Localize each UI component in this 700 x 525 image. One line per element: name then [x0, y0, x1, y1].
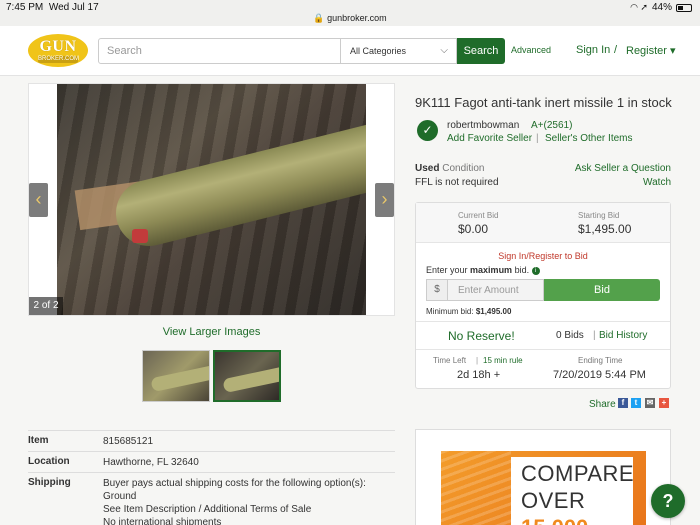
- more-share-icon[interactable]: +: [659, 398, 669, 408]
- image-gallery: ‹ › 2 of 2: [28, 83, 395, 316]
- starting-bid-label: Starting Bid: [578, 211, 620, 220]
- gunbroker-logo[interactable]: GUN BROKER.COM: [28, 34, 88, 67]
- info-icon[interactable]: i: [531, 266, 540, 275]
- current-bid-value: $0.00: [458, 222, 489, 236]
- ad-headline-2: OVER: [521, 488, 586, 513]
- wifi-icon: ◠ ➚: [630, 2, 648, 12]
- fifteen-min-rule-link[interactable]: 15 min rule: [483, 356, 523, 365]
- thumbnail-1[interactable]: [142, 350, 210, 402]
- location-value: Hawthorne, FL 32640: [103, 457, 199, 468]
- bid-panel: Current Bid $0.00 Starting Bid $1,495.00…: [415, 202, 671, 389]
- sellers-other-items-link[interactable]: Seller's Other Items: [545, 133, 633, 144]
- chevron-down-icon: ⌵: [440, 45, 448, 56]
- starting-bid-value: $1,495.00: [578, 222, 632, 236]
- seller-rating[interactable]: A+(2561): [531, 120, 572, 131]
- shipping-label: Shipping: [28, 477, 71, 488]
- ffl-requirement: FFL is not required: [415, 177, 499, 188]
- bid-summary: Current Bid $0.00 Starting Bid $1,495.00: [416, 203, 670, 243]
- bid-separator: |: [593, 330, 596, 341]
- shipping-line: No international shipments: [103, 517, 222, 525]
- details-row-item: Item 815685121: [28, 430, 395, 451]
- enter-max-bid-label: Enter your maximum bid. i: [426, 265, 540, 275]
- no-reserve-badge: No Reserve!: [448, 329, 515, 343]
- shipping-line: Buyer pays actual shipping costs for the…: [103, 478, 366, 489]
- item-label: Item: [28, 435, 49, 446]
- location-label: Location: [28, 456, 70, 467]
- bid-button[interactable]: Bid: [544, 279, 660, 301]
- condition: Used Condition: [415, 163, 485, 174]
- bids-count: 0 Bids: [556, 330, 584, 341]
- divider: [416, 321, 670, 322]
- battery-icon: [676, 3, 692, 12]
- facebook-icon[interactable]: f: [618, 398, 628, 408]
- category-select[interactable]: All Categories ⌵: [341, 38, 457, 64]
- status-time: 7:45 PM Wed Jul 17: [6, 2, 99, 13]
- sign-in-link[interactable]: Sign In: [576, 44, 610, 56]
- watch-link[interactable]: Watch: [643, 177, 671, 188]
- ending-time-label: Ending Time: [578, 356, 623, 365]
- address-url: gunbroker.com: [327, 13, 387, 23]
- time-left-label: Time Left: [433, 356, 467, 365]
- ending-time-value: 7/20/2019 5:44 PM: [553, 369, 646, 381]
- gallery-counter: 2 of 2: [29, 297, 63, 315]
- details-row-location: Location Hawthorne, FL 32640: [28, 451, 395, 472]
- time-left-value: 2d 18h +: [457, 369, 501, 381]
- ask-seller-link[interactable]: Ask Seller a Question: [575, 163, 671, 174]
- twitter-icon[interactable]: t: [631, 398, 641, 408]
- view-larger-images-link[interactable]: View Larger Images: [28, 326, 395, 338]
- advertisement[interactable]: COMPARE OVER 15,000: [415, 429, 671, 525]
- header-separator: /: [614, 44, 618, 56]
- battery-percent: 44%: [651, 2, 672, 13]
- shipping-line: See Item Description / Additional Terms …: [103, 504, 312, 515]
- chevron-left-icon: ‹: [35, 189, 42, 209]
- ad-headline-1: COMPARE: [521, 461, 635, 486]
- bid-history-link[interactable]: Bid History: [599, 330, 647, 341]
- thumbnail-2[interactable]: [213, 350, 281, 402]
- current-bid-label: Current Bid: [458, 211, 499, 220]
- seller-name[interactable]: robertmbowman: [447, 120, 519, 131]
- search-button[interactable]: Search: [457, 38, 505, 64]
- ad-headline-3: 15,000: [521, 515, 588, 525]
- time-rule-separator: |: [476, 356, 479, 365]
- item-details-table: Item 815685121 Location Hawthorne, FL 32…: [28, 430, 395, 525]
- divider: [416, 349, 670, 350]
- details-row-shipping: Shipping Buyer pays actual shipping cost…: [28, 472, 395, 525]
- category-select-value: All Categories: [350, 46, 407, 56]
- sign-in-to-bid-link[interactable]: Sign In/Register to Bid: [416, 251, 670, 261]
- site-header: GUN BROKER.COM All Categories ⌵ Search A…: [0, 26, 700, 76]
- item-number: 815685121: [103, 436, 154, 447]
- help-chat-button[interactable]: ?: [651, 484, 685, 518]
- email-icon[interactable]: ✉: [645, 398, 655, 408]
- verified-check-icon: ✓: [417, 120, 438, 141]
- ios-status-bar: 7:45 PM Wed Jul 17 🔒 gunbroker.com ◠ ➚ 4…: [0, 0, 700, 26]
- search-input[interactable]: [98, 38, 341, 64]
- advanced-search-link[interactable]: Advanced: [511, 45, 551, 55]
- share-label: Share: [589, 399, 616, 410]
- minimum-bid: Minimum bid: $1,495.00: [426, 307, 512, 316]
- gallery-next-button[interactable]: ›: [375, 183, 394, 217]
- shipping-value: Buyer pays actual shipping costs for the…: [103, 477, 366, 525]
- listing-photo[interactable]: [57, 84, 366, 315]
- seller-links-separator: |: [536, 133, 539, 144]
- add-favorite-seller-link[interactable]: Add Favorite Seller: [447, 133, 532, 144]
- gallery-prev-button[interactable]: ‹: [29, 183, 48, 217]
- register-link[interactable]: Register ▾: [626, 44, 676, 57]
- bid-amount-input[interactable]: [448, 279, 544, 301]
- shipping-line: Ground: [103, 491, 137, 502]
- currency-prefix: $: [426, 279, 448, 301]
- chevron-right-icon: ›: [381, 189, 388, 209]
- address-bar[interactable]: 🔒 gunbroker.com: [0, 13, 700, 24]
- listing-title: 9K111 Fagot anti-tank inert missile 1 in…: [415, 95, 672, 110]
